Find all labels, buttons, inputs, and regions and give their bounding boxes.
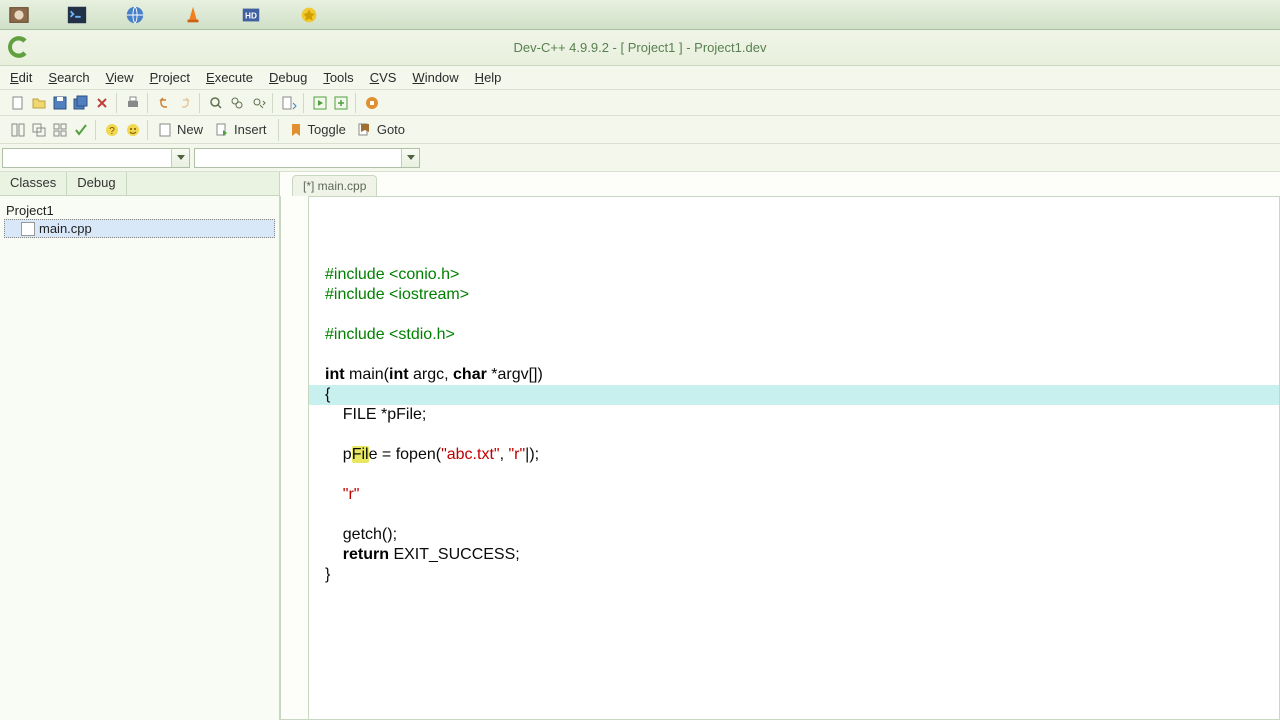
tool-about[interactable]: [123, 120, 143, 140]
taskbar-app-vlc[interactable]: [180, 2, 206, 28]
sidebar-tab-classes[interactable]: Classes: [0, 172, 67, 195]
tool-bookmark-insert[interactable]: Insert: [211, 119, 274, 141]
workspace: Classes Debug Project1 main.cpp [*] main…: [0, 172, 1280, 720]
tool-run[interactable]: [331, 93, 351, 113]
chevron-down-icon[interactable]: [171, 149, 189, 167]
svg-text:HD: HD: [245, 12, 257, 21]
window-title: Dev-C++ 4.9.9.2 - [ Project1 ] - Project…: [514, 40, 767, 55]
tool-print[interactable]: [123, 93, 143, 113]
tool-find-next[interactable]: [248, 93, 268, 113]
taskbar-app-terminal[interactable]: [64, 2, 90, 28]
editor-gutter: [280, 196, 308, 720]
menu-edit[interactable]: Edit: [2, 68, 40, 87]
file-tab-main-cpp[interactable]: [*] main.cpp: [292, 175, 377, 196]
taskbar-app-tool[interactable]: [296, 2, 322, 28]
tool-bookmark-toggle[interactable]: Toggle: [285, 119, 353, 141]
file-icon: [21, 222, 35, 236]
window-titlebar: Dev-C++ 4.9.9.2 - [ Project1 ] - Project…: [0, 30, 1280, 66]
tool-find[interactable]: [206, 93, 226, 113]
menu-view[interactable]: View: [98, 68, 142, 87]
tool-goto-line[interactable]: [279, 93, 299, 113]
tool-window-grid[interactable]: [50, 120, 70, 140]
tool-window-tile[interactable]: [8, 120, 28, 140]
tool-open[interactable]: [29, 93, 49, 113]
code-editor[interactable]: #include <conio.h> #include <iostream> #…: [308, 196, 1280, 720]
svg-text:?: ?: [109, 126, 115, 137]
editor-area: [*] main.cpp #include <conio.h> #include…: [280, 172, 1280, 720]
menu-debug[interactable]: Debug: [261, 68, 315, 87]
menu-bar: Edit Search View Project Execute Debug T…: [0, 66, 1280, 90]
taskbar-app-browser[interactable]: [122, 2, 148, 28]
editor-file-tabs: [*] main.cpp: [280, 172, 1280, 196]
sidebar-tab-debug[interactable]: Debug: [67, 172, 126, 195]
tool-save[interactable]: [50, 93, 70, 113]
class-combo[interactable]: [2, 148, 190, 168]
secondary-toolbar: ? New Insert Toggle Goto: [0, 116, 1280, 144]
tool-bookmark-new[interactable]: New: [154, 119, 210, 141]
project-sidebar: Classes Debug Project1 main.cpp: [0, 172, 280, 720]
menu-window[interactable]: Window: [404, 68, 466, 87]
tool-new-file[interactable]: [8, 93, 28, 113]
tool-compile[interactable]: [310, 93, 330, 113]
chevron-down-icon[interactable]: [401, 149, 419, 167]
menu-search[interactable]: Search: [40, 68, 97, 87]
tool-window-cascade[interactable]: [29, 120, 49, 140]
app-logo-icon: [6, 34, 32, 60]
tree-item-main-cpp[interactable]: main.cpp: [4, 219, 275, 238]
menu-cvs[interactable]: CVS: [362, 68, 405, 87]
menu-help[interactable]: Help: [467, 68, 510, 87]
tree-root-project[interactable]: Project1: [4, 202, 275, 219]
tool-check[interactable]: [71, 120, 91, 140]
sidebar-tabs: Classes Debug: [0, 172, 279, 196]
class-navigator-bar: [0, 144, 1280, 172]
os-taskbar: HD: [0, 0, 1280, 30]
project-tree: Project1 main.cpp: [0, 196, 279, 244]
tool-redo[interactable]: [175, 93, 195, 113]
menu-project[interactable]: Project: [142, 68, 198, 87]
menu-execute[interactable]: Execute: [198, 68, 261, 87]
menu-tools[interactable]: Tools: [315, 68, 361, 87]
tool-close[interactable]: [92, 93, 112, 113]
tool-save-all[interactable]: [71, 93, 91, 113]
main-toolbar: [0, 90, 1280, 116]
member-combo[interactable]: [194, 148, 420, 168]
taskbar-app-hd[interactable]: HD: [238, 2, 264, 28]
tool-debug-start[interactable]: [362, 93, 382, 113]
tool-undo[interactable]: [154, 93, 174, 113]
taskbar-app-gimp[interactable]: [6, 2, 32, 28]
tool-replace[interactable]: [227, 93, 247, 113]
tool-bookmark-goto[interactable]: Goto: [354, 119, 412, 141]
tool-help[interactable]: ?: [102, 120, 122, 140]
